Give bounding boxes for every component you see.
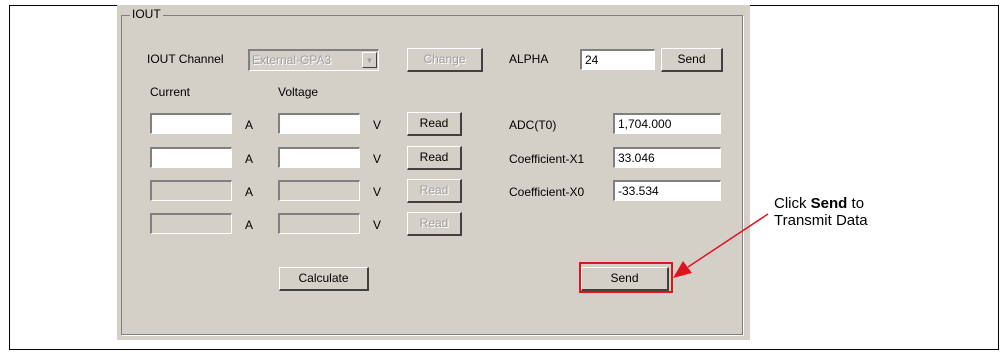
callout-arrow — [673, 213, 769, 278]
callout-suffix: to — [847, 195, 865, 212]
callout-line2: Transmit Data — [774, 212, 868, 229]
callout-text: Click Send to Transmit Data — [774, 195, 868, 229]
callout-bold: Send — [810, 195, 848, 212]
callout-prefix: Click — [774, 195, 811, 212]
